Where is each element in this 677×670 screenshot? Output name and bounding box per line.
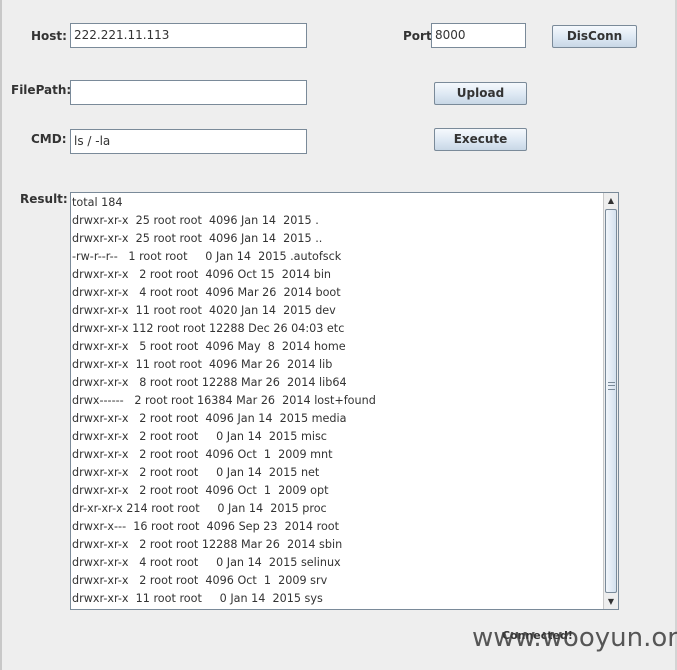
window-border-left [0,0,2,670]
result-line: dr-xr-xr-x 214 root root 0 Jan 14 2015 p… [72,502,327,515]
filepath-label: FilePath: [11,83,72,97]
host-label: Host: [31,29,67,43]
result-line: drwx------ 2 root root 16384 Mar 26 2014… [72,394,376,407]
result-line: drwxr-xr-x 11 root root 4096 Mar 26 2014… [72,358,333,371]
upload-button[interactable]: Upload [434,82,527,105]
port-input[interactable]: 8000 [431,23,526,48]
result-line: drwxr-xr-x 2 root root 0 Jan 14 2015 net [72,466,320,479]
result-line: drwxr-xr-x 25 root root 4096 Jan 14 2015… [72,214,319,227]
result-output: total 184 drwxr-xr-x 25 root root 4096 Ja… [71,193,604,609]
disconnect-button[interactable]: DisConn [552,25,637,48]
scrollbar-thumb[interactable] [605,209,617,593]
result-line: drwxr-xr-x 2 root root 4096 Oct 1 2009 s… [72,574,328,587]
result-line: drwxr-xr-x 2 root root 4096 Oct 15 2014 … [72,268,332,281]
filepath-input[interactable] [70,80,307,105]
result-line: drwxr-x--- 16 root root 4096 Sep 23 2014… [72,520,340,533]
scroll-up-icon[interactable]: ▲ [604,193,618,208]
grip-icon [608,382,615,390]
result-scrollbar[interactable]: ▲ ▼ [603,193,618,609]
result-line: drwxr-xr-x 2 root root 0 Jan 14 2015 mis… [72,430,327,443]
result-textarea[interactable]: total 184 drwxr-xr-x 25 root root 4096 Ja… [70,192,619,610]
watermark: www.wooyun.org [472,623,677,653]
result-line: drwxr-xr-x 2 root root 4096 Jan 14 2015 … [72,412,347,425]
host-input[interactable]: 222.221.11.113 [70,23,307,48]
result-line: drwxr-xr-x 2 root root 4096 Oct 1 2009 o… [72,484,329,497]
result-line: drwxr-xr-x 11 root root 0 Jan 14 2015 sy… [72,592,323,605]
result-line: drwxr-xr-x 2 root root 4096 Oct 1 2009 m… [72,448,333,461]
execute-button[interactable]: Execute [434,128,527,151]
result-line: drwxr-xr-x 5 root root 4096 May 8 2014 h… [72,340,346,353]
result-line: drwxr-xr-x 4 root root 4096 Mar 26 2014 … [72,286,341,299]
result-label: Result: [20,192,68,206]
result-line: drwxr-xr-x 25 root root 4096 Jan 14 2015… [72,232,323,245]
result-line: total 184 [72,196,123,209]
scroll-down-icon[interactable]: ▼ [604,594,618,609]
result-line: -rw-r--r-- 1 root root 0 Jan 14 2015 .au… [72,250,342,263]
result-line: drwxr-xr-x 112 root root 12288 Dec 26 04… [72,322,345,335]
result-line: drwxr-xr-x 11 root root 4020 Jan 14 2015… [72,304,336,317]
cmd-input[interactable]: ls / -la [70,129,307,154]
result-line: drwxr-xr-x 4 root root 0 Jan 14 2015 sel… [72,556,341,569]
result-line: drwxr-xr-x 8 root root 12288 Mar 26 2014… [72,376,347,389]
cmd-label: CMD: [31,132,67,146]
result-line: drwxr-xr-x 2 root root 12288 Mar 26 2014… [72,538,343,551]
